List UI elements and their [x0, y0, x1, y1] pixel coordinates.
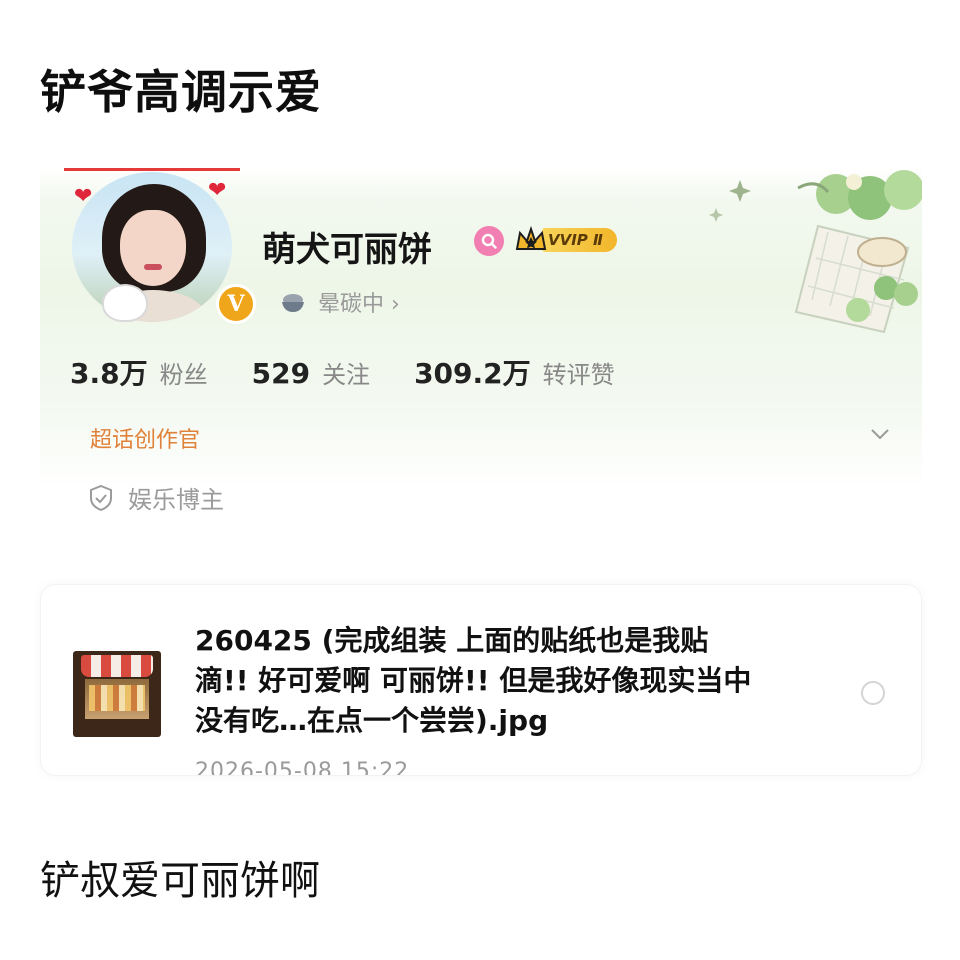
- vip-label: VVIP Ⅱ: [542, 228, 617, 252]
- search-icon[interactable]: [474, 226, 504, 256]
- category-row: 娱乐博主: [88, 480, 224, 515]
- crown-icon: [515, 225, 547, 250]
- category-label: 娱乐博主: [128, 486, 224, 514]
- stat-label: 转评赞: [542, 361, 615, 389]
- stat-label: 关注: [322, 361, 371, 389]
- top-accent-bar: [64, 168, 240, 171]
- stat-value: 309.2万: [414, 357, 531, 390]
- heart-icon: ❤: [74, 184, 93, 209]
- file-thumbnail: [73, 651, 161, 737]
- stat-value: 529: [251, 357, 311, 390]
- creator-title[interactable]: 超话创作官: [90, 422, 200, 454]
- rice-bowl-icon: [282, 294, 304, 312]
- stat-engagement[interactable]: 309.2万 转评赞: [414, 352, 615, 392]
- status-text: 晕碳中 ›: [318, 292, 400, 317]
- cat-sticker-icon: [102, 284, 148, 322]
- stat-label: 粉丝: [159, 361, 208, 389]
- file-title: 260425 (完成组装 上面的贴纸也是我贴滴!! 好可爱啊 可丽饼!! 但是我…: [195, 624, 752, 737]
- chevron-down-icon[interactable]: [868, 422, 892, 446]
- status-row[interactable]: 晕碳中 ›: [280, 286, 400, 318]
- file-card[interactable]: 260425 (完成组装 上面的贴纸也是我贴滴!! 好可爱啊 可丽饼!! 但是我…: [40, 584, 922, 776]
- stat-followers[interactable]: 3.8万 粉丝: [70, 352, 208, 392]
- username: 萌犬可丽饼: [262, 230, 432, 270]
- vip-badge[interactable]: VVIP Ⅱ: [514, 224, 617, 256]
- headline: 铲爷高调示爱: [40, 65, 322, 119]
- stats-row: 3.8万 粉丝 529 关注 309.2万 转评赞: [70, 352, 659, 392]
- stat-following[interactable]: 529 关注: [252, 355, 370, 390]
- select-radio[interactable]: [861, 681, 885, 705]
- avatar[interactable]: ❤ ❤ V: [66, 172, 256, 332]
- file-timestamp: 2026-05-08 15:22: [195, 759, 410, 776]
- decorative-illustration: [709, 170, 922, 334]
- profile-card[interactable]: ❤ ❤ V 萌犬可丽饼 VVIP Ⅱ 晕碳中 › 3.8万 粉丝 529 关注 …: [40, 168, 922, 530]
- footer-text: 铲叔爱可丽饼啊: [40, 858, 320, 904]
- verified-badge-icon: V: [216, 284, 256, 324]
- stat-value: 3.8万: [70, 357, 148, 390]
- shield-check-icon: [90, 484, 112, 511]
- heart-icon: ❤: [208, 178, 227, 203]
